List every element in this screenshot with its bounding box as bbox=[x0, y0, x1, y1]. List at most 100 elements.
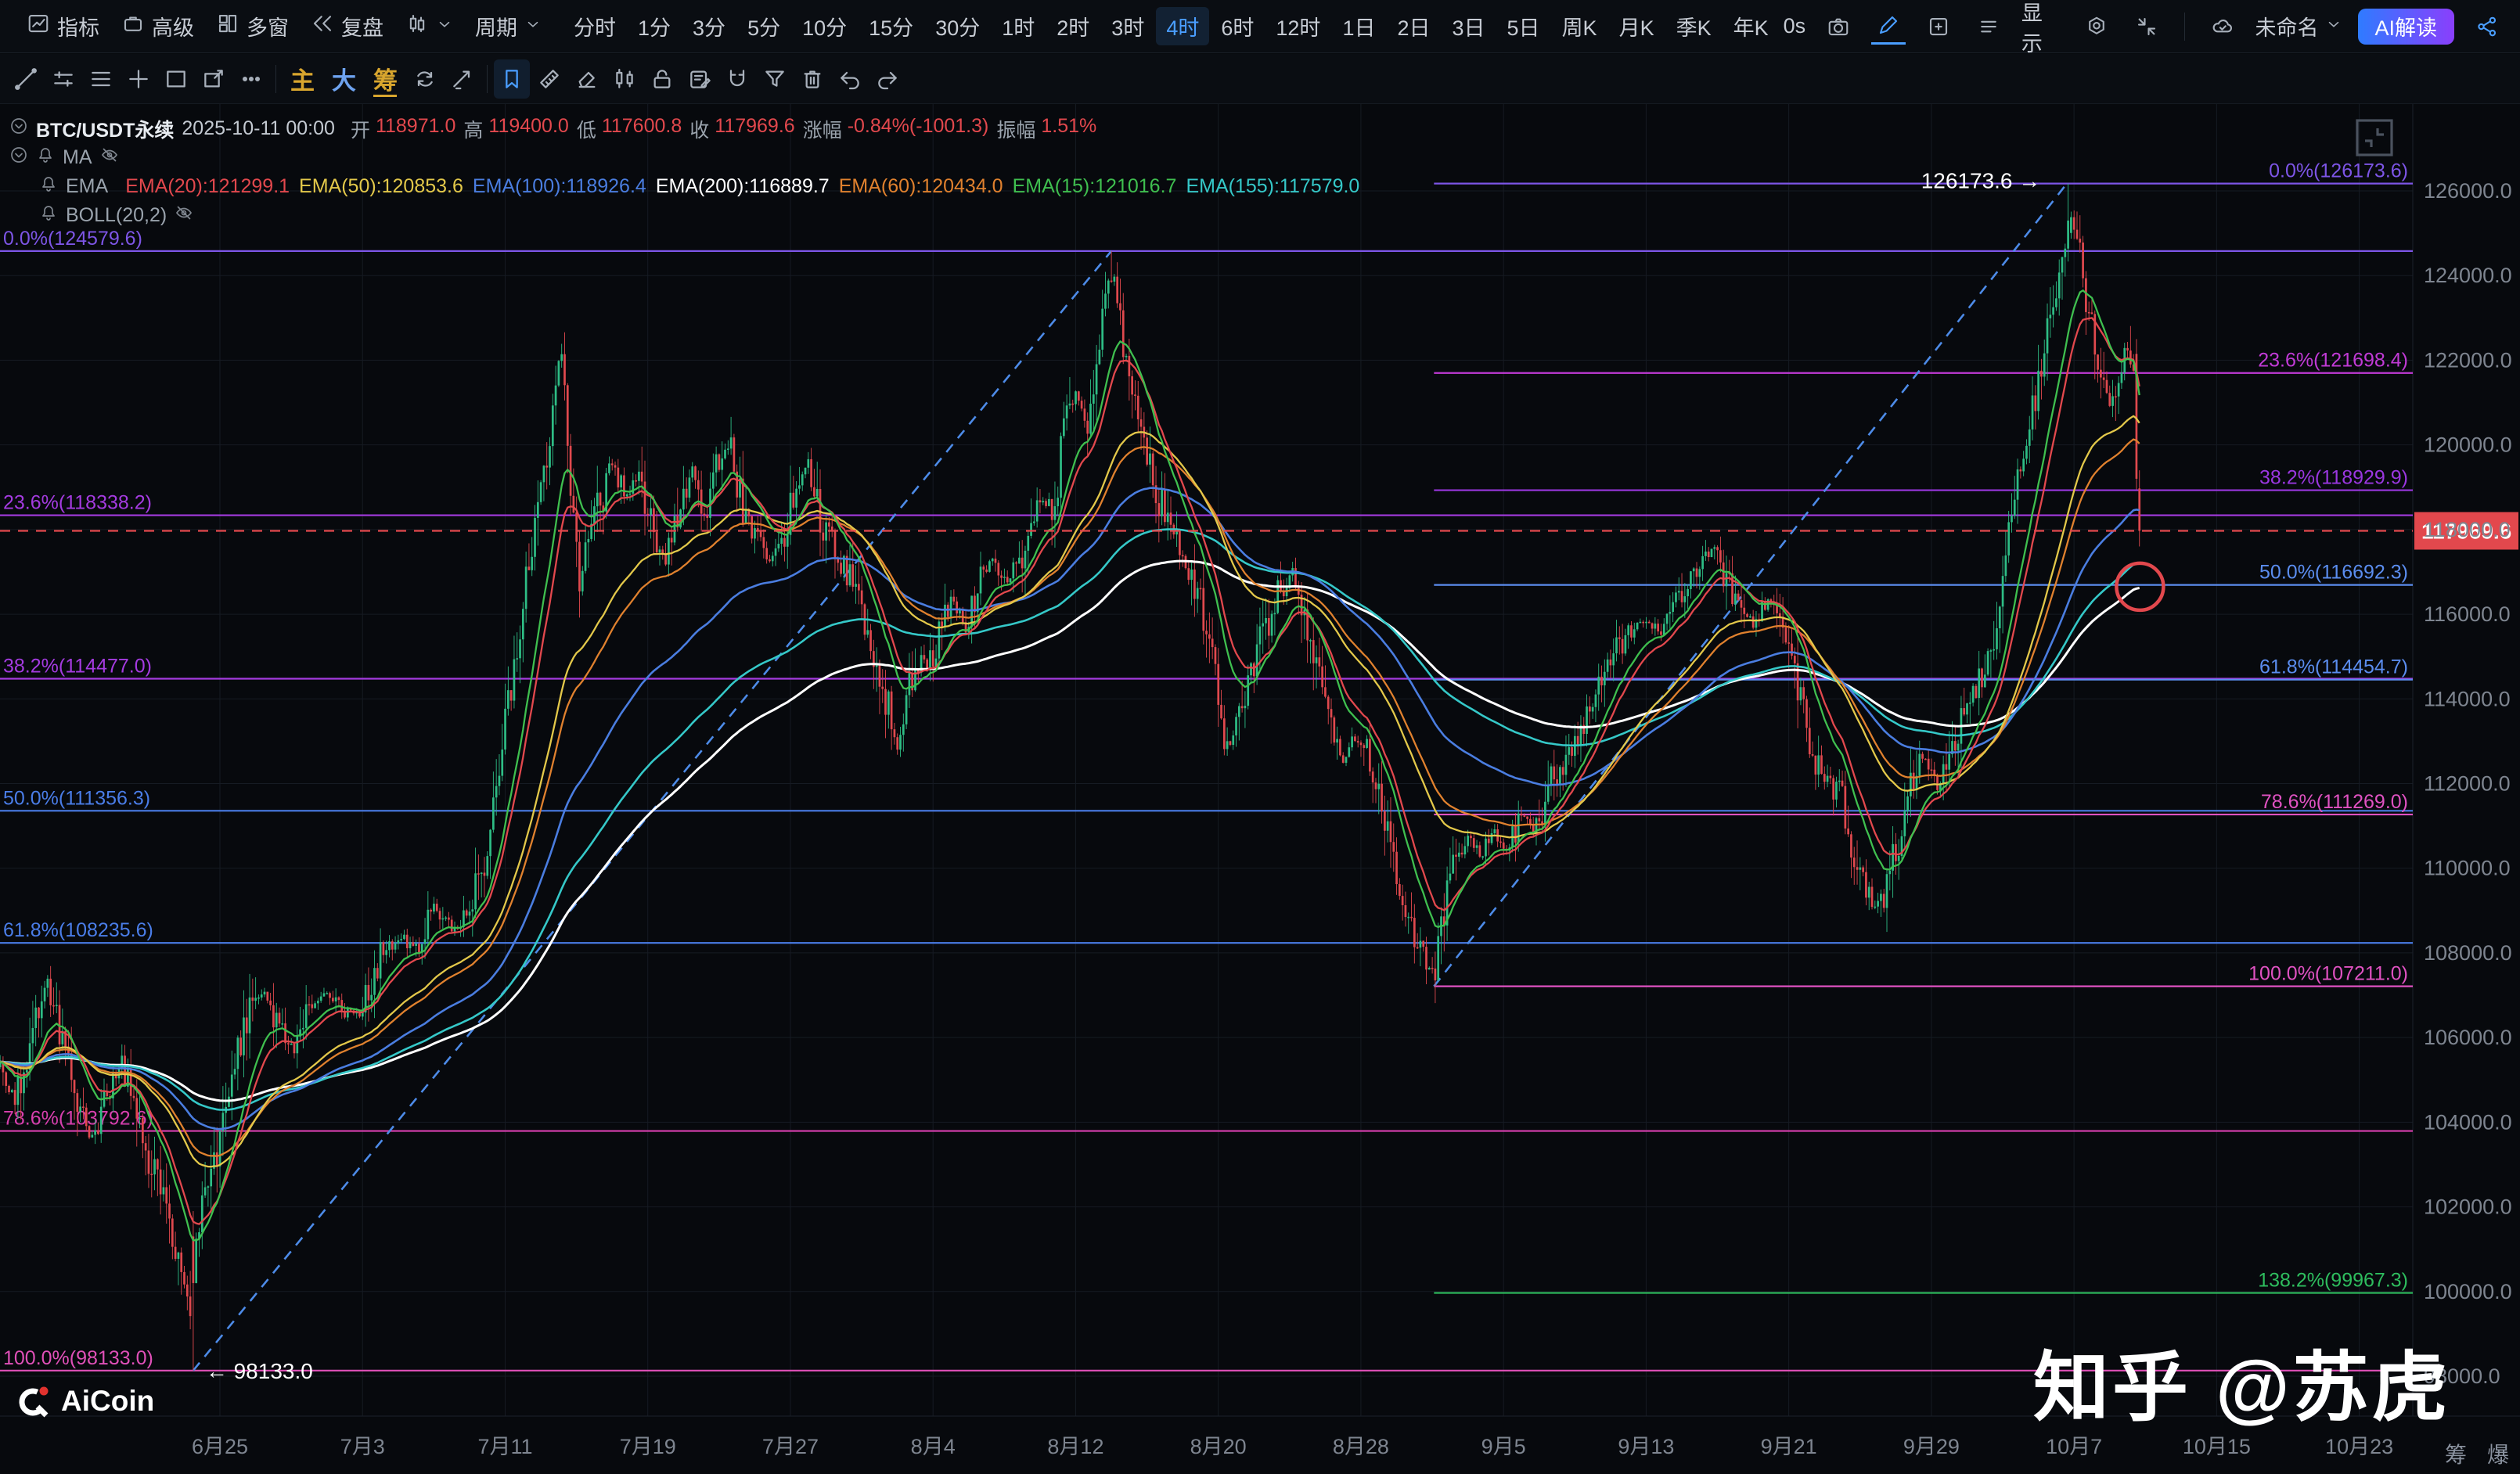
bell-icon[interactable] bbox=[39, 203, 58, 228]
horizontal-lines-icon[interactable] bbox=[45, 59, 81, 99]
drawing-toolbar: 主大筹 bbox=[0, 54, 2520, 104]
timeframe-2日[interactable]: 2日 bbox=[1387, 7, 1440, 45]
timeframe-季K[interactable]: 季K bbox=[1666, 7, 1722, 45]
redo-icon[interactable] bbox=[869, 59, 905, 99]
cycle-icon[interactable] bbox=[407, 59, 443, 99]
magnet-icon[interactable] bbox=[719, 59, 755, 99]
tool-text-筹[interactable]: 筹 bbox=[365, 59, 405, 99]
funnel-icon[interactable] bbox=[757, 59, 793, 99]
trend-arrow-icon[interactable] bbox=[445, 59, 481, 99]
eraser-icon[interactable] bbox=[569, 59, 605, 99]
date-tick-label: 9月13 bbox=[1618, 1435, 1674, 1458]
timeframe-12时[interactable]: 12时 bbox=[1265, 7, 1330, 45]
chevron-circle-icon[interactable] bbox=[9, 146, 28, 170]
toolbar-item-周期[interactable]: 周期 bbox=[464, 8, 553, 45]
date-axis[interactable]: 6月257月37月117月197月278月48月128月208月289月59月1… bbox=[192, 1435, 2393, 1458]
layout-name-dropdown[interactable]: 未命名 bbox=[2255, 11, 2342, 41]
restore-pane-icon[interactable] bbox=[2353, 116, 2396, 164]
timeframe-1日[interactable]: 1日 bbox=[1332, 7, 1385, 45]
axis-corner-buttons: 筹 爆 bbox=[2445, 1438, 2509, 1469]
eye-off-icon[interactable] bbox=[100, 146, 119, 170]
ema-readout: EMA(200):116889.7 bbox=[656, 175, 830, 198]
date-tick-label: 7月3 bbox=[340, 1435, 385, 1458]
chevron-circle-icon[interactable] bbox=[9, 117, 28, 141]
toolbar-item-candles-icon[interactable] bbox=[394, 8, 464, 45]
date-tick-label: 7月11 bbox=[477, 1435, 532, 1458]
price-tick-label: 104000.0 bbox=[2424, 1110, 2512, 1134]
lock-icon[interactable] bbox=[644, 59, 680, 99]
fib-right-label: 138.2%(99967.3) bbox=[2258, 1270, 2408, 1292]
ohlc-field-高: 高119400.0 bbox=[463, 115, 568, 143]
timeframe-分时[interactable]: 分时 bbox=[563, 7, 626, 45]
toolbar-divider bbox=[487, 65, 488, 93]
fib-left-label: 38.2%(114477.0) bbox=[3, 655, 152, 677]
candle-pattern-icon[interactable] bbox=[607, 59, 643, 99]
ai-analysis-button[interactable]: AI解读 bbox=[2358, 9, 2455, 45]
timeframe-1分[interactable]: 1分 bbox=[628, 7, 681, 45]
trash-icon[interactable] bbox=[794, 59, 830, 99]
price-tick-label: 100000.0 bbox=[2424, 1280, 2512, 1303]
add-frame-icon[interactable] bbox=[1921, 9, 1956, 44]
timeframe-30分[interactable]: 30分 bbox=[925, 7, 990, 45]
ma-label[interactable]: MA bbox=[63, 146, 92, 169]
ohlc-field-收: 收117969.6 bbox=[689, 115, 794, 143]
tool-text-大[interactable]: 大 bbox=[324, 59, 364, 99]
timeframe-月K[interactable]: 月K bbox=[1609, 7, 1665, 45]
bell-icon[interactable] bbox=[36, 146, 55, 170]
collapse-icon[interactable] bbox=[2129, 9, 2164, 44]
boll-label[interactable]: BOLL(20,2) bbox=[66, 204, 167, 227]
display-button[interactable]: 显示 bbox=[2021, 0, 2064, 57]
rect-arrow-icon[interactable] bbox=[196, 59, 232, 99]
timeframe-3日[interactable]: 3日 bbox=[1442, 7, 1496, 45]
undo-icon[interactable] bbox=[832, 59, 868, 99]
toolbar-item-label: 复盘 bbox=[341, 11, 383, 41]
toolbar-item-高级[interactable]: 高级 bbox=[110, 8, 205, 45]
timeframe-2时[interactable]: 2时 bbox=[1046, 7, 1100, 45]
circle-annotation[interactable] bbox=[2116, 563, 2163, 610]
tool-text-主[interactable]: 主 bbox=[283, 59, 322, 99]
timeframe-5日[interactable]: 5日 bbox=[1497, 7, 1550, 45]
toolbar-item-复盘[interactable]: 复盘 bbox=[300, 8, 394, 45]
toolbar-item-多窗[interactable]: 多窗 bbox=[205, 8, 300, 45]
chip-distribution-button[interactable]: 筹 bbox=[2445, 1438, 2467, 1469]
list-icon[interactable] bbox=[1971, 9, 2006, 44]
price-axis[interactable]: 98000.0100000.0102000.0104000.0106000.01… bbox=[2424, 179, 2512, 1388]
toolbar-item-label: 高级 bbox=[152, 11, 194, 41]
timeframe-3时[interactable]: 3时 bbox=[1101, 7, 1154, 45]
bookmark-icon[interactable] bbox=[494, 59, 530, 99]
share-icon[interactable] bbox=[2470, 9, 2504, 44]
timeframe-6时[interactable]: 6时 bbox=[1211, 7, 1264, 45]
rectangle-tool-icon[interactable] bbox=[158, 59, 194, 99]
timeframe-15分[interactable]: 15分 bbox=[859, 7, 923, 45]
cloud-save-icon[interactable] bbox=[2205, 9, 2240, 44]
chevron-down-icon bbox=[524, 14, 542, 38]
timeframe-4时[interactable]: 4时 bbox=[1156, 7, 1209, 45]
date-tick-label: 9月21 bbox=[1761, 1435, 1817, 1458]
eye-off-icon[interactable] bbox=[175, 203, 193, 228]
timeframe-10分[interactable]: 10分 bbox=[792, 7, 857, 45]
price-tick-label: 106000.0 bbox=[2424, 1026, 2512, 1049]
timeframe-年K[interactable]: 年K bbox=[1723, 7, 1779, 45]
pencil-icon[interactable] bbox=[1871, 8, 1906, 45]
liquidation-button[interactable]: 爆 bbox=[2487, 1438, 2509, 1469]
timeframe-3分[interactable]: 3分 bbox=[682, 7, 736, 45]
form-icon[interactable] bbox=[682, 59, 718, 99]
timeframe-1时[interactable]: 1时 bbox=[992, 7, 1045, 45]
bell-icon[interactable] bbox=[39, 174, 58, 199]
fibonacci-retracements[interactable]: 0.0%(124579.6)23.6%(118338.2)38.2%(11447… bbox=[0, 160, 2413, 1371]
more-dots-icon[interactable] bbox=[233, 59, 269, 99]
trend-line-icon[interactable] bbox=[8, 59, 44, 99]
timeframe-周K[interactable]: 周K bbox=[1552, 7, 1607, 45]
timeframe-5分[interactable]: 5分 bbox=[737, 7, 790, 45]
date-tick-label: 7月27 bbox=[762, 1435, 819, 1458]
toolbar-item-指标[interactable]: 指标 bbox=[16, 8, 110, 45]
cross-tool-icon[interactable] bbox=[121, 59, 157, 99]
symbol-name[interactable]: BTC/USDT永续 bbox=[36, 115, 174, 143]
date-tick-label: 6月25 bbox=[192, 1435, 248, 1458]
settings-icon[interactable] bbox=[2079, 9, 2114, 44]
parallel-lines-icon[interactable] bbox=[83, 59, 119, 99]
ema-label[interactable]: EMA bbox=[66, 175, 108, 198]
camera-icon[interactable] bbox=[1821, 9, 1856, 44]
ruler-icon[interactable] bbox=[531, 59, 567, 99]
price-tick-label: 110000.0 bbox=[2424, 857, 2511, 880]
